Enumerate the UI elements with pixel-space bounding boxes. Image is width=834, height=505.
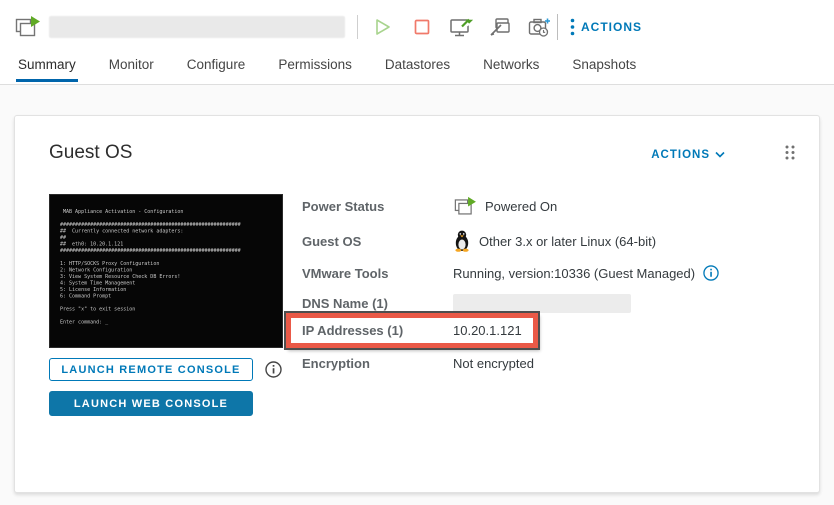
- power-status-row: Power Status Powered On: [302, 196, 819, 217]
- tab-datastores[interactable]: Datastores: [383, 54, 452, 82]
- launch-remote-console-toolbar-button[interactable]: [449, 15, 473, 39]
- tab-snapshots[interactable]: Snapshots: [570, 54, 638, 82]
- vm-powered-on-icon: [14, 15, 41, 39]
- encryption-label: Encryption: [302, 356, 453, 371]
- ip-addresses-value: 10.20.1.121: [453, 323, 522, 338]
- kebab-menu-icon: [570, 18, 575, 36]
- tab-permissions[interactable]: Permissions: [276, 54, 354, 82]
- take-snapshot-icon: [528, 17, 551, 38]
- card-actions-label: ACTIONS: [651, 149, 710, 161]
- vm-tab-bar: Summary Monitor Configure Permissions Da…: [0, 54, 834, 85]
- vmware-tools-row: VMware Tools Running, version:10336 (Gue…: [302, 265, 819, 281]
- vm-header-bar: ACTIONS: [0, 0, 834, 54]
- power-status-label: Power Status: [302, 199, 453, 214]
- card-title: Guest OS: [49, 142, 132, 164]
- ip-highlight-annotation: IP Addresses (1) 10.20.1.121: [286, 313, 538, 348]
- vmware-tools-info-icon[interactable]: [703, 265, 719, 281]
- chevron-down-icon: [715, 151, 725, 158]
- remote-console-info-icon[interactable]: [265, 361, 282, 378]
- encryption-value: Not encrypted: [453, 356, 534, 371]
- launch-web-console-button[interactable]: LAUNCH WEB CONSOLE: [49, 391, 253, 416]
- ip-addresses-label: IP Addresses (1): [302, 323, 453, 338]
- encryption-row: Encryption Not encrypted: [302, 356, 819, 371]
- toolbar-divider: [557, 14, 558, 40]
- linux-tux-icon: [453, 230, 471, 252]
- take-snapshot-button[interactable]: [527, 15, 551, 39]
- guest-os-details: Power Status Powered On Guest OS: [302, 194, 819, 416]
- dns-name-redacted-value: [453, 294, 631, 313]
- vm-actions-menu-button[interactable]: ACTIONS: [570, 18, 642, 36]
- clone-icon: [489, 17, 511, 37]
- actions-label: ACTIONS: [581, 20, 642, 34]
- vm-powered-on-icon: [453, 196, 477, 217]
- toolbar-divider: [357, 15, 358, 39]
- launch-remote-console-button[interactable]: LAUNCH REMOTE CONSOLE: [49, 358, 253, 381]
- guest-os-label: Guest OS: [302, 234, 453, 249]
- summary-page: Guest OS ACTIONS MAB Appli: [0, 85, 834, 505]
- vmware-tools-value: Running, version:10336 (Guest Managed): [453, 266, 695, 281]
- guest-os-actions-button[interactable]: ACTIONS: [651, 149, 725, 161]
- console-screenshot-preview[interactable]: MAB Appliance Activation - Configuration…: [49, 194, 283, 348]
- power-on-button[interactable]: [371, 15, 395, 39]
- guest-os-card: Guest OS ACTIONS MAB Appli: [14, 115, 820, 493]
- tab-monitor[interactable]: Monitor: [107, 54, 156, 82]
- tab-configure[interactable]: Configure: [185, 54, 248, 82]
- tab-networks[interactable]: Networks: [481, 54, 541, 82]
- console-screen-text: MAB Appliance Activation - Configuration…: [50, 195, 270, 326]
- clone-button[interactable]: [488, 15, 512, 39]
- vmware-tools-label: VMware Tools: [302, 266, 453, 281]
- shut-down-icon: [414, 19, 430, 35]
- vm-name-redacted: [49, 16, 345, 38]
- launch-console-icon: [450, 17, 473, 38]
- dns-name-label: DNS Name (1): [302, 296, 453, 311]
- tab-summary[interactable]: Summary: [16, 54, 78, 82]
- power-on-icon: [374, 18, 392, 36]
- drag-handle-icon[interactable]: [783, 144, 797, 161]
- dns-name-row: DNS Name (1): [302, 294, 819, 313]
- shut-down-button[interactable]: [410, 15, 434, 39]
- guest-os-row: Guest OS Other 3.x or later Lin: [302, 230, 819, 252]
- power-status-value: Powered On: [485, 199, 557, 214]
- guest-os-value: Other 3.x or later Linux (64-bit): [479, 234, 656, 249]
